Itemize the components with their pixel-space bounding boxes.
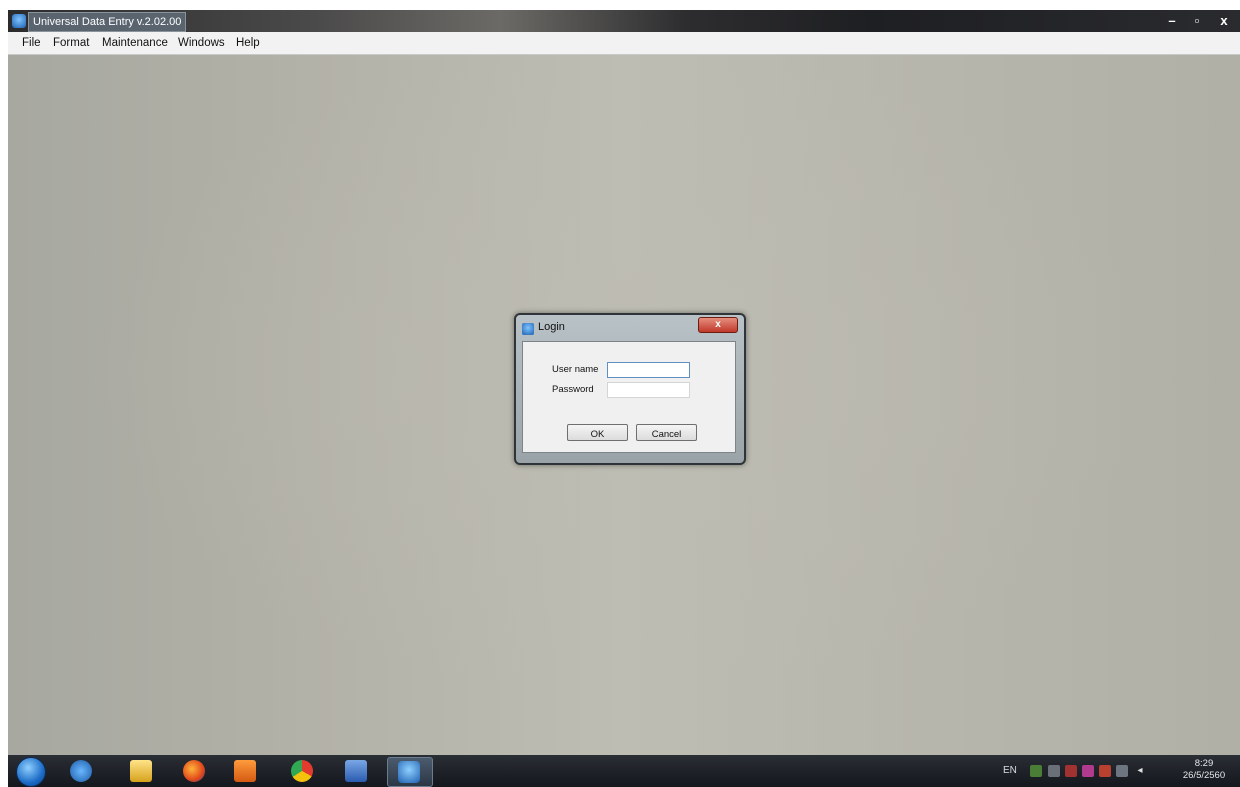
login-close-button[interactable]: x [698,317,738,333]
taskbar: EN ◂ 8:29 26/5/2560 [8,755,1240,787]
minimize-button[interactable]: – [1159,11,1185,30]
monitor-screen: Universal Data Entry v.2.02.00 – ▫ x Fil… [8,10,1240,787]
clock-time: 8:29 [1194,758,1214,769]
tray-app-icon[interactable] [1048,765,1060,777]
taskbar-internet-explorer[interactable] [64,757,100,785]
password-label: Password [552,384,594,395]
menu-file[interactable]: File [18,32,45,54]
network-icon[interactable] [1116,765,1128,777]
file-explorer-icon [130,760,152,782]
clock-date: 26/5/2560 [1182,770,1226,781]
language-indicator[interactable]: EN [1003,755,1017,787]
chrome-icon [291,760,313,782]
menu-bar: File Format Maintenance Windows Help [8,32,1240,55]
menu-maintenance[interactable]: Maintenance [98,32,172,54]
login-dialog-title: Login [538,321,565,333]
mdi-workspace: Login x User name Password OK Cancel [8,55,1240,755]
taskbar-universal-data-entry[interactable] [387,757,433,787]
window-title: Universal Data Entry v.2.02.00 [28,12,187,32]
password-input[interactable] [607,382,690,398]
login-dialog-icon [522,323,534,335]
title-bar[interactable]: Universal Data Entry v.2.02.00 – ▫ x [8,10,1240,32]
taskbar-word[interactable] [339,757,375,785]
firefox-icon [183,760,205,782]
system-clock[interactable]: 8:29 26/5/2560 [1178,758,1230,782]
menu-help[interactable]: Help [232,32,264,54]
cancel-button[interactable]: Cancel [636,424,697,441]
taskbar-chrome[interactable] [285,757,321,785]
app-icon [12,14,26,28]
menu-format[interactable]: Format [49,32,93,54]
maximize-button[interactable]: ▫ [1184,11,1210,30]
username-label: User name [552,364,599,375]
start-button[interactable] [16,757,46,787]
username-input[interactable] [607,362,690,378]
volume-icon[interactable]: ◂ [1134,765,1146,777]
taskbar-media-player[interactable] [228,757,264,785]
menu-windows[interactable]: Windows [174,32,229,54]
tray-flag-icon[interactable] [1099,765,1111,777]
media-player-icon [234,760,256,782]
login-dialog: Login x User name Password OK Cancel [514,313,746,465]
login-dialog-body: User name Password OK Cancel [522,341,736,453]
word-icon [345,760,367,782]
universal-data-entry-icon [398,761,420,783]
close-button[interactable]: x [1211,11,1237,30]
taskbar-file-explorer[interactable] [124,757,160,785]
tray-app-icon[interactable] [1065,765,1077,777]
internet-explorer-icon [70,760,92,782]
ok-button[interactable]: OK [567,424,628,441]
tray-app-icon[interactable] [1030,765,1042,777]
taskbar-firefox[interactable] [177,757,213,785]
tray-app-icon[interactable] [1082,765,1094,777]
